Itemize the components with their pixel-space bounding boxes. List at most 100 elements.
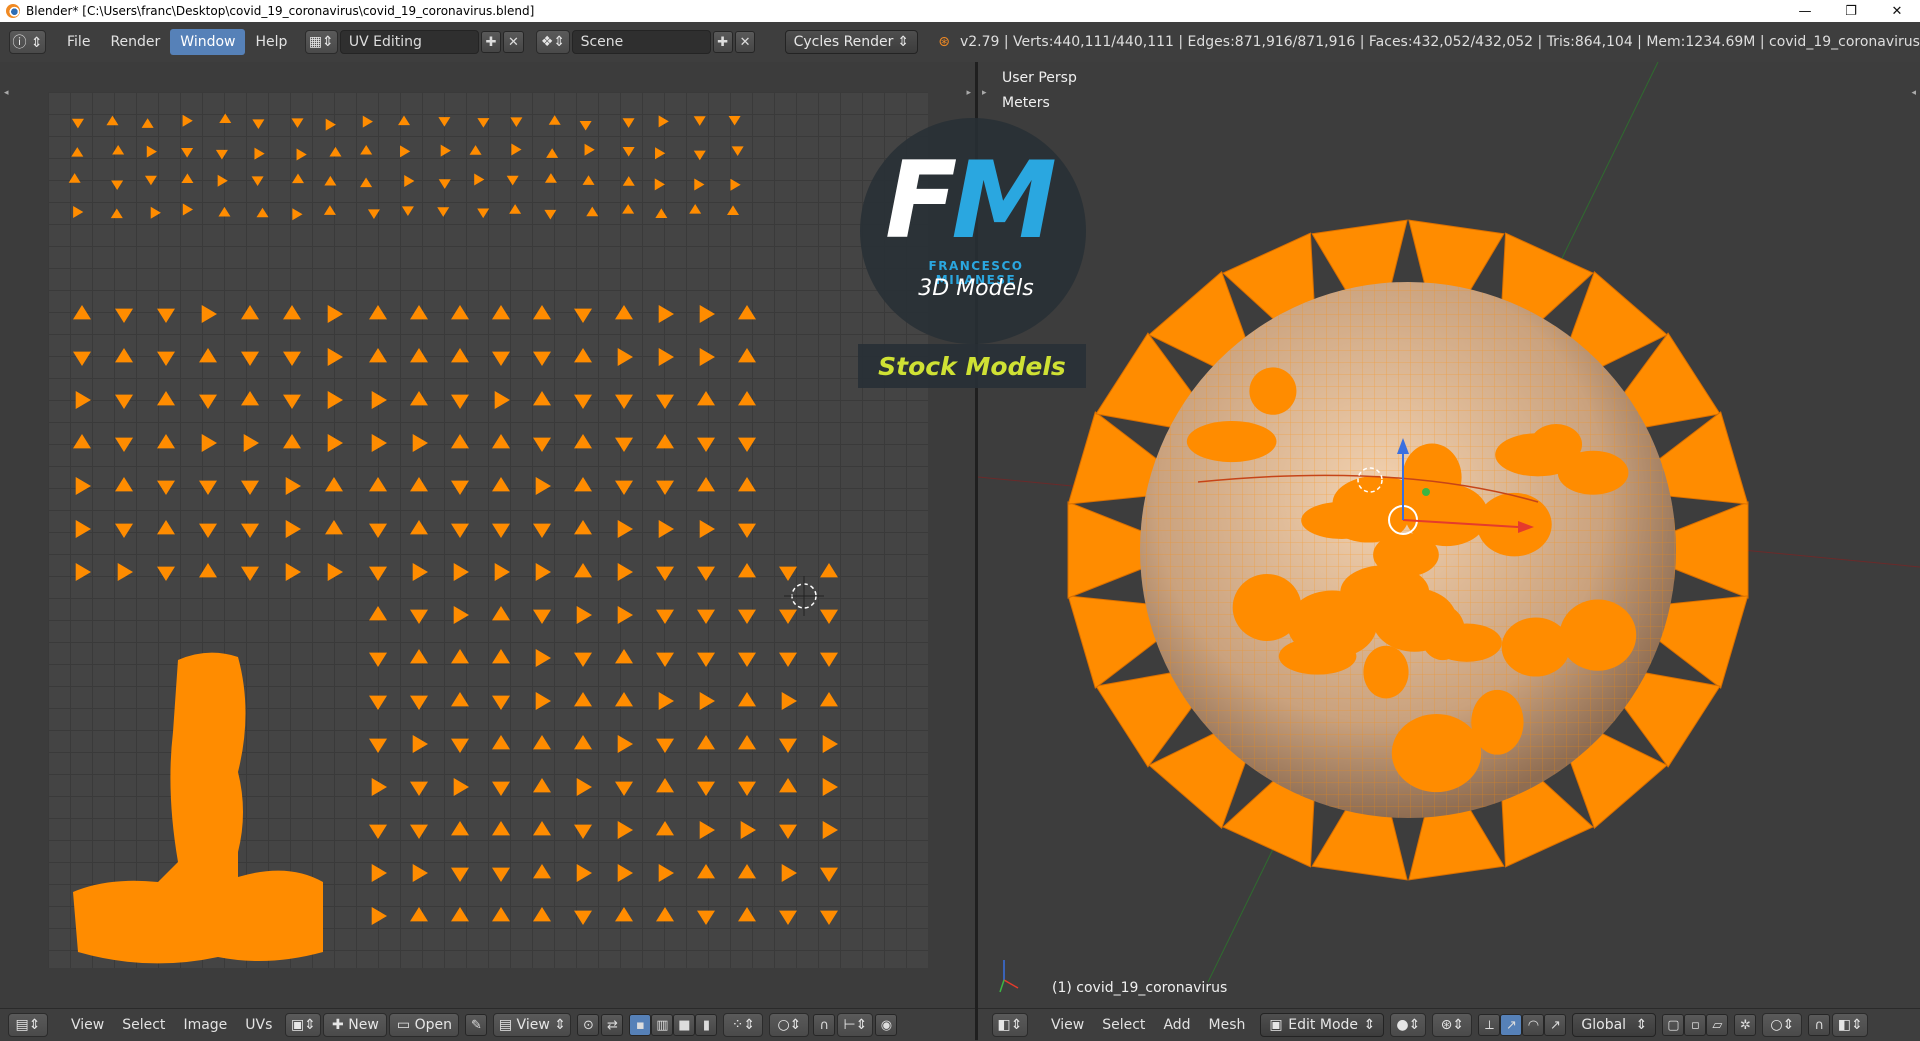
edge-select-icon[interactable]: ▥	[651, 1014, 674, 1036]
uv-island	[371, 434, 387, 452]
area-split-corner[interactable]: ▸	[966, 88, 971, 98]
uv-island	[697, 910, 715, 925]
limit-selection-icon[interactable]: ✲	[1734, 1014, 1757, 1036]
translate-icon[interactable]: ↗	[1500, 1014, 1523, 1036]
uv-island	[110, 208, 123, 219]
uv-island	[820, 609, 838, 624]
proportional-edit-dropdown-3d[interactable]: ○⇕	[1762, 1013, 1803, 1037]
vertex-select-icon[interactable]: ▫	[1684, 1014, 1707, 1036]
manipulator-icon[interactable]: ⟂	[1478, 1014, 1501, 1036]
pivot-icon[interactable]: ⊙	[577, 1014, 600, 1036]
uv-editor-type-button[interactable]: ▤⇕	[8, 1013, 48, 1037]
snap-element-dropdown[interactable]: ◧⇕	[1832, 1013, 1869, 1037]
face-select-icon[interactable]: ■	[673, 1014, 696, 1036]
close-icon[interactable]: ✕	[503, 31, 524, 53]
menu-file[interactable]: File	[57, 29, 100, 55]
uv-island	[218, 206, 231, 217]
uv-island	[658, 348, 674, 366]
snap-icon-3d[interactable]: ∩	[1808, 1014, 1831, 1036]
uv-island	[362, 115, 373, 128]
uv-image-editor[interactable]: ◂ ▸	[0, 62, 975, 1008]
uv-island	[820, 910, 838, 925]
snap-mode-dropdown[interactable]: ⊢⇕	[837, 1013, 874, 1037]
uv-menu-uvs[interactable]: UVs	[236, 1017, 281, 1033]
pin-icon[interactable]: ✎	[465, 1014, 488, 1036]
shading-solid-icon[interactable]: ●⇕	[1390, 1013, 1427, 1037]
uv-island	[535, 563, 551, 581]
screen-layout-field[interactable]: UV Editing	[339, 30, 479, 54]
uv-menu-select[interactable]: Select	[113, 1017, 174, 1033]
uv-island	[492, 695, 510, 710]
v3d-menu-mesh[interactable]: Mesh	[1200, 1017, 1255, 1033]
scene-browse-button[interactable]: ❖⇕	[536, 30, 570, 54]
edge-select-icon[interactable]: ▱	[1706, 1014, 1729, 1036]
texture-icon[interactable]: ◉	[875, 1014, 898, 1036]
uv-island	[535, 477, 551, 495]
3d-viewport[interactable]: ▸ ◂ User Persp Meters (1) covid_19_coron…	[978, 62, 1920, 1008]
uv-island	[327, 434, 343, 452]
uv-island	[115, 437, 133, 452]
uv-island	[656, 652, 674, 667]
menu-window[interactable]: Window	[170, 29, 246, 55]
uv-island	[617, 821, 633, 839]
uv-island	[327, 348, 343, 366]
uv-island	[410, 824, 428, 839]
uv-island	[738, 735, 756, 750]
vertex-select-icon[interactable]: ▪	[629, 1014, 652, 1036]
view-mode-dropdown[interactable]: ▤ View ⇕	[493, 1013, 572, 1037]
uv-island	[535, 649, 551, 667]
rotate-icon[interactable]: ◠	[1522, 1014, 1545, 1036]
uv-island	[292, 208, 303, 221]
delete-scene-icon[interactable]: ✕	[734, 31, 756, 53]
restore-button[interactable]: ❐	[1828, 0, 1874, 22]
uv-island	[615, 394, 633, 409]
area-split-corner[interactable]: ◂	[4, 88, 9, 98]
view3d-editor-type-button[interactable]: ◧⇕	[992, 1013, 1028, 1037]
image-browse-button[interactable]: ▣⇕	[285, 1013, 322, 1037]
island-select-icon[interactable]: ▮	[695, 1014, 718, 1036]
uv-island	[146, 145, 157, 158]
uv-island	[494, 391, 510, 409]
uv-island	[779, 738, 797, 753]
scene-field[interactable]: Scene	[571, 30, 711, 54]
v3d-menu-select[interactable]: Select	[1093, 1017, 1154, 1033]
uv-menu-image[interactable]: Image	[174, 1017, 236, 1033]
pivot-point-dropdown[interactable]: ⊛⇕	[1432, 1013, 1473, 1037]
folder-icon: ▭	[396, 1017, 415, 1033]
uv-island	[438, 179, 451, 189]
virus-protein-patch	[1404, 483, 1489, 547]
screen-layout-browse-button[interactable]: ▦⇕	[304, 30, 338, 54]
minimize-button[interactable]: —	[1782, 0, 1828, 22]
uv-island	[492, 781, 510, 796]
v3d-menu-view[interactable]: View	[1042, 1017, 1093, 1033]
add-icon[interactable]: ✚	[480, 31, 502, 53]
proportional-edit-dropdown[interactable]: ○⇕	[769, 1013, 810, 1037]
layer-icon[interactable]: ▢	[1662, 1014, 1685, 1036]
scale-icon[interactable]: ↗	[1544, 1014, 1567, 1036]
open-image-button[interactable]: ▭ Open	[389, 1013, 460, 1037]
uv-island	[369, 348, 387, 363]
chevron-updown-icon: ⇕	[1363, 1017, 1376, 1033]
v3d-menu-add[interactable]: Add	[1154, 1017, 1199, 1033]
menu-help[interactable]: Help	[245, 29, 297, 55]
mode-dropdown[interactable]: ▣ Edit Mode ⇕	[1260, 1013, 1385, 1037]
uv-island	[656, 480, 674, 495]
uv-island	[369, 695, 387, 710]
orientation-dropdown[interactable]: Global ⇕	[1572, 1013, 1657, 1037]
render-engine-dropdown[interactable]: Cycles Render ⇕	[784, 30, 919, 54]
info-editor-type-button[interactable]: ⓘ ⇕	[9, 30, 46, 54]
uv-grid-canvas[interactable]	[48, 92, 928, 968]
menu-render[interactable]: Render	[100, 29, 170, 55]
close-window-button[interactable]: ✕	[1874, 0, 1920, 22]
uv-island	[574, 520, 592, 535]
sticky-select-dropdown[interactable]: ⁘⇕	[723, 1013, 764, 1037]
snap-icon[interactable]: ∩	[813, 1014, 836, 1036]
add-scene-icon[interactable]: ✚	[712, 31, 733, 53]
uv-menu-view[interactable]: View	[62, 1017, 113, 1033]
new-image-button[interactable]: ✚ New	[323, 1013, 388, 1037]
sync-icon[interactable]: ⇄	[601, 1014, 624, 1036]
virus-protein-patch	[1232, 573, 1302, 641]
uv-island	[410, 305, 428, 320]
uv-island	[360, 144, 373, 155]
uv-island	[75, 477, 91, 495]
